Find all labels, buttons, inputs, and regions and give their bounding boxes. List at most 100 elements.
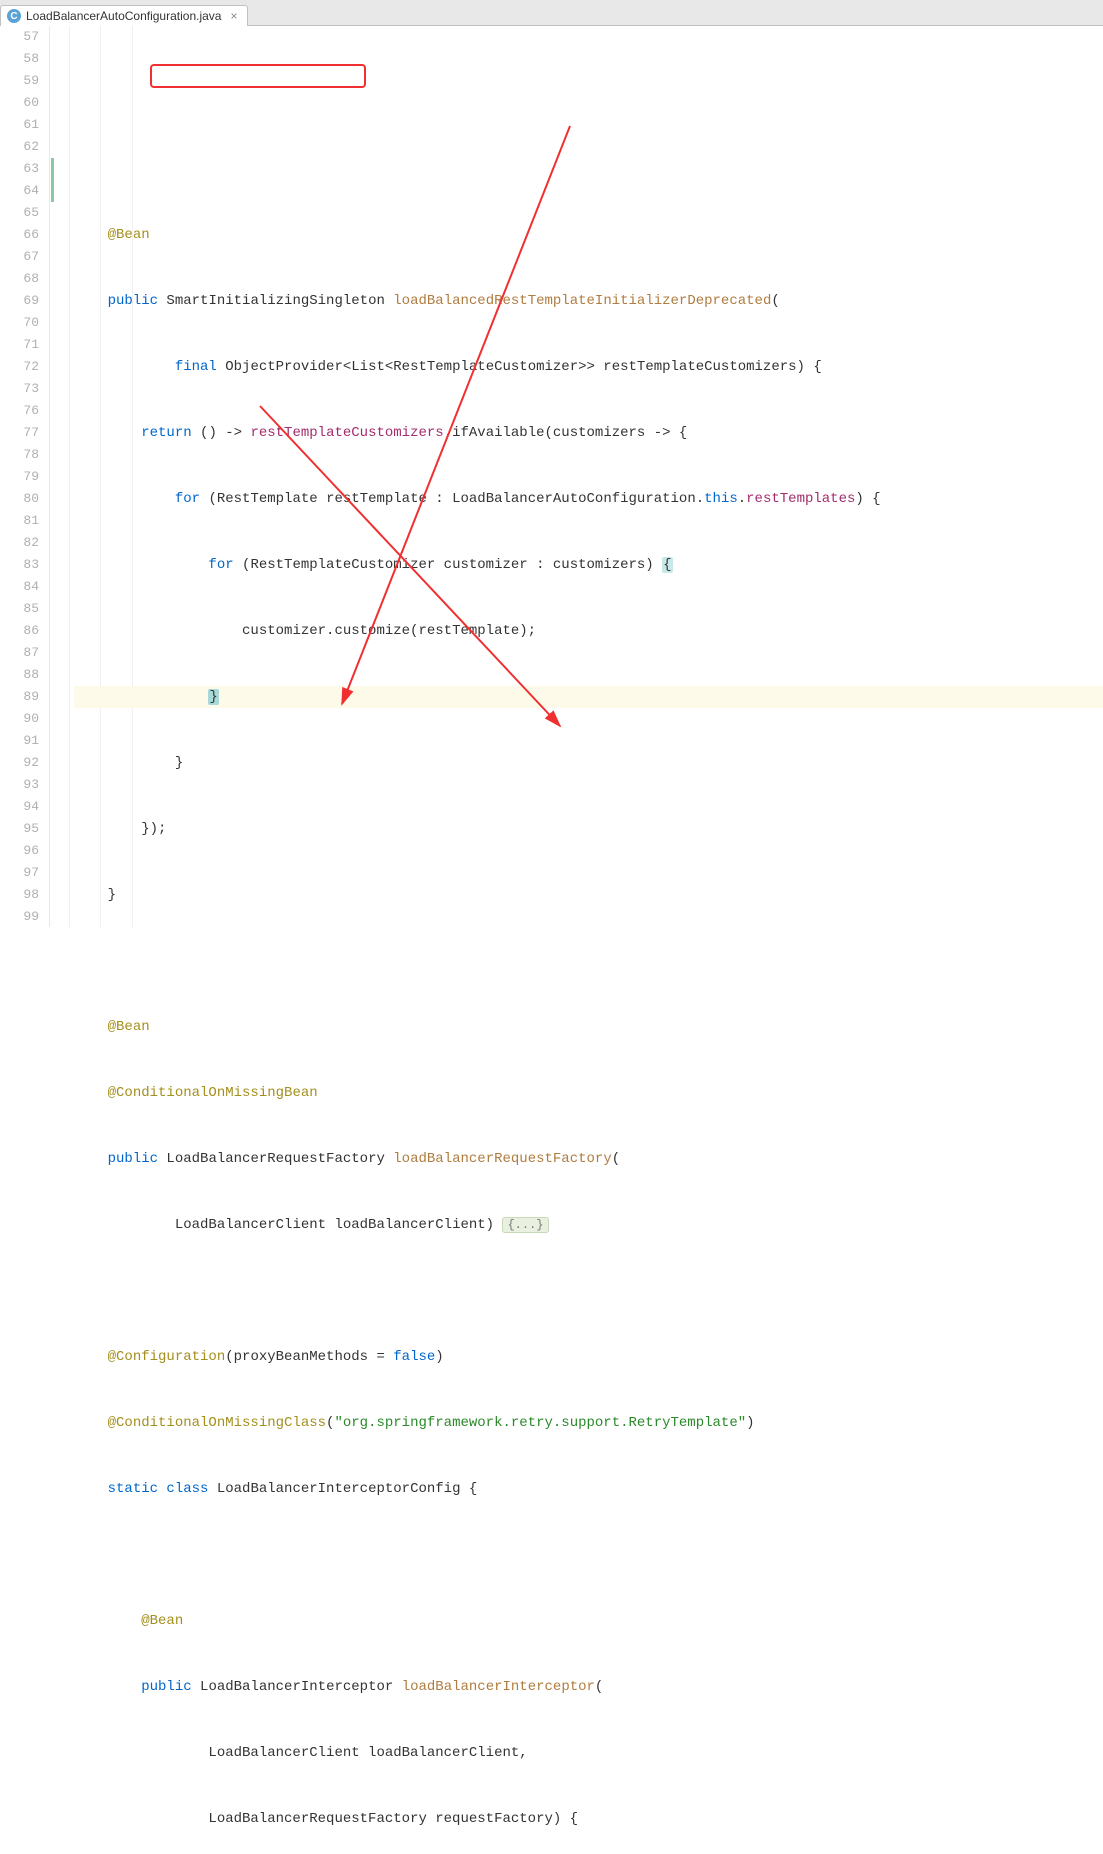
code-text: ( [326, 1415, 334, 1431]
tab-bar: C LoadBalancerAutoConfiguration.java × [0, 0, 1103, 26]
line-number: 69 [0, 290, 39, 312]
line-number: 93 [0, 774, 39, 796]
line-number: 98 [0, 884, 39, 906]
annotation: @Bean [108, 227, 150, 243]
keyword: public [108, 293, 158, 309]
code-text: () -> [192, 425, 251, 441]
code-text: LoadBalancerInterceptorConfig { [208, 1481, 477, 1497]
annotation: @Configuration [108, 1349, 226, 1365]
line-number: 99 [0, 906, 39, 928]
line-number: 61 [0, 114, 39, 136]
line-number: 79 [0, 466, 39, 488]
line-number: 92 [0, 752, 39, 774]
line-number: 85 [0, 598, 39, 620]
method-name: loadBalancerRequestFactory [393, 1151, 611, 1167]
line-number: 82 [0, 532, 39, 554]
line-number: 88 [0, 664, 39, 686]
keyword: false [393, 1349, 435, 1365]
line-number: 86 [0, 620, 39, 642]
line-number: 87 [0, 642, 39, 664]
editor-tab[interactable]: C LoadBalancerAutoConfiguration.java × [0, 5, 248, 26]
code-text: ) [435, 1349, 443, 1365]
line-number: 70 [0, 312, 39, 334]
code-text: (RestTemplate restTemplate : LoadBalance… [200, 491, 704, 507]
keyword: public [141, 1679, 191, 1695]
change-indicator [51, 158, 54, 202]
line-number: 89 [0, 686, 39, 708]
code-text: . [738, 491, 746, 507]
line-number: 72 [0, 356, 39, 378]
class-icon: C [7, 9, 21, 23]
matched-brace: { [662, 557, 672, 573]
caret-brace: } [208, 689, 218, 705]
code-text: ( [595, 1679, 603, 1695]
editor-container: 57 58 59 60 61 62 63 64 65 66 67 68 69 7… [0, 26, 1103, 927]
code-text: .ifAvailable(customizers -> { [444, 425, 688, 441]
code-area[interactable]: @Bean public SmartInitializingSingleton … [70, 26, 1103, 927]
code-text: LoadBalancerInterceptor [192, 1679, 402, 1695]
line-number: 73 [0, 378, 39, 400]
keyword: static class [108, 1481, 209, 1497]
line-number: 68 [0, 268, 39, 290]
line-number: 64 [0, 180, 39, 202]
line-number: 57 [0, 26, 39, 48]
annotation: @Bean [108, 1019, 150, 1035]
line-number: 71 [0, 334, 39, 356]
keyword: for [208, 557, 233, 573]
keyword: for [175, 491, 200, 507]
field-ref: restTemplates [746, 491, 855, 507]
line-number: 80 [0, 488, 39, 510]
line-number: 83 [0, 554, 39, 576]
line-number: 90 [0, 708, 39, 730]
keyword: this [704, 491, 738, 507]
string-literal: "org.springframework.retry.support.Retry… [334, 1415, 746, 1431]
highlight-box [150, 64, 366, 88]
code-text: LoadBalancerRequestFactory requestFactor… [208, 1811, 578, 1827]
line-number: 60 [0, 92, 39, 114]
line-number: 94 [0, 796, 39, 818]
line-number: 84 [0, 576, 39, 598]
line-number: 67 [0, 246, 39, 268]
annotation: @ConditionalOnMissingBean [108, 1085, 318, 1101]
line-number: 78 [0, 444, 39, 466]
type-name: SmartInitializingSingleton [158, 293, 393, 309]
code-text: } [175, 755, 183, 771]
method-name: loadBalancedRestTemplateInitializerDepre… [393, 293, 771, 309]
keyword: return [141, 425, 191, 441]
close-icon[interactable]: × [230, 10, 237, 22]
code-text: ) [746, 1415, 754, 1431]
line-number: 77 [0, 422, 39, 444]
line-number: 96 [0, 840, 39, 862]
tab-filename: LoadBalancerAutoConfiguration.java [26, 9, 221, 23]
code-text: } [108, 887, 116, 903]
code-text: (proxyBeanMethods = [225, 1349, 393, 1365]
method-name: loadBalancerInterceptor [402, 1679, 595, 1695]
line-number: 65 [0, 202, 39, 224]
line-number: 63 [0, 158, 39, 180]
line-number: 95 [0, 818, 39, 840]
code-text: ( [612, 1151, 620, 1167]
code-text: }); [141, 821, 166, 837]
fold-placeholder[interactable]: {...} [502, 1217, 548, 1233]
line-number: 58 [0, 48, 39, 70]
line-number: 97 [0, 862, 39, 884]
annotation: @Bean [141, 1613, 183, 1629]
code-text: LoadBalancerClient loadBalancerClient) [175, 1217, 503, 1233]
annotation: @ConditionalOnMissingClass [108, 1415, 326, 1431]
code-text: ( [771, 293, 779, 309]
line-number: 76 [0, 400, 39, 422]
line-number-gutter[interactable]: 57 58 59 60 61 62 63 64 65 66 67 68 69 7… [0, 26, 50, 927]
field-ref: restTemplateCustomizers [250, 425, 443, 441]
line-number: 81 [0, 510, 39, 532]
code-text: ) { [855, 491, 880, 507]
fold-gutter[interactable] [50, 26, 70, 927]
line-number: 66 [0, 224, 39, 246]
code-text: (RestTemplateCustomizer customizer : cus… [234, 557, 662, 573]
code-text: ObjectProvider<List<RestTemplateCustomiz… [217, 359, 822, 375]
code-text: LoadBalancerClient loadBalancerClient, [208, 1745, 527, 1761]
line-number: 91 [0, 730, 39, 752]
code-text: LoadBalancerRequestFactory [158, 1151, 393, 1167]
code-text: customizer.customize(restTemplate); [242, 623, 536, 639]
line-number: 62 [0, 136, 39, 158]
keyword: public [108, 1151, 158, 1167]
